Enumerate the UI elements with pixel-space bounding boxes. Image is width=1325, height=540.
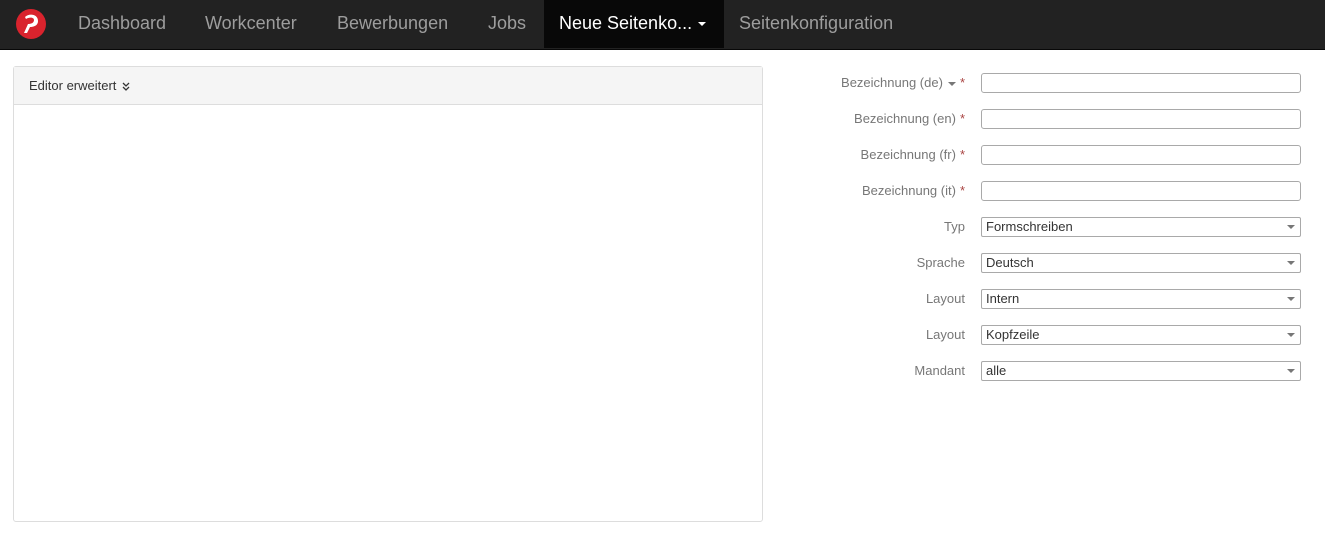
bezeichnung-it-input[interactable]: [981, 181, 1301, 201]
field-label-text: Bezeichnung (it): [861, 183, 956, 198]
form-row-bezeichnung-it: Bezeichnung (it) *: [780, 181, 1302, 203]
select-value: alle: [986, 363, 1007, 378]
form-row-bezeichnung-de: Bezeichnung (de) *: [780, 73, 1302, 95]
field-label-text: Bezeichnung (en): [854, 111, 956, 126]
form-row-bezeichnung-en: Bezeichnung (en) *: [780, 109, 1302, 131]
form-row-sprache: Sprache Deutsch: [780, 253, 1302, 275]
chevron-down-icon: [1287, 333, 1295, 337]
field-label: Bezeichnung (it) *: [862, 181, 965, 203]
editor-panel-toggle[interactable]: Editor erweitert: [14, 67, 762, 105]
nav-item-label: Jobs: [488, 13, 527, 33]
chevron-down-icon: [1287, 261, 1295, 265]
chevron-down-icon: [1287, 297, 1295, 301]
caret-down-icon[interactable]: [947, 81, 956, 86]
required-marker: *: [959, 75, 965, 90]
layout-header-select[interactable]: Kopfzeile: [981, 325, 1301, 345]
required-marker: *: [959, 147, 965, 162]
nav-item-label: Seitenkonfiguration: [739, 13, 894, 33]
sprache-select[interactable]: Deutsch: [981, 253, 1301, 273]
editor-area[interactable]: [14, 105, 762, 521]
caret-down-icon: [698, 22, 707, 27]
nav-item-workcenter[interactable]: Workcenter: [190, 0, 312, 48]
nav-item-label: Bewerbungen: [337, 13, 449, 33]
field-label-text: Bezeichnung (fr): [860, 147, 956, 162]
field-label: Layout: [925, 327, 965, 342]
nav-item-label: Dashboard: [78, 13, 167, 33]
form-row-layout-2: Layout Kopfzeile: [780, 325, 1302, 347]
form-row-typ: Typ Formschreiben: [780, 217, 1302, 239]
bezeichnung-en-input[interactable]: [981, 109, 1301, 129]
editor-panel-title: Editor erweitert: [29, 78, 117, 93]
select-value: Kopfzeile: [986, 327, 1040, 342]
editor-panel: Editor erweitert: [13, 66, 763, 522]
mandant-select[interactable]: alle: [981, 361, 1301, 381]
top-navbar: Dashboard Workcenter Bewerbungen Jobs Ne…: [0, 0, 1325, 50]
field-label: Bezeichnung (en) *: [854, 109, 965, 131]
select-value: Formschreiben: [986, 219, 1073, 234]
chevron-down-icon: [1287, 369, 1295, 373]
field-label: Mandant: [914, 363, 965, 378]
bezeichnung-fr-input[interactable]: [981, 145, 1301, 165]
brand-logo-icon[interactable]: [15, 8, 47, 40]
required-marker: *: [959, 111, 965, 126]
select-value: Intern: [986, 291, 1020, 306]
nav-item-seitenkonfiguration[interactable]: Seitenkonfiguration: [724, 0, 908, 48]
form-row-mandant: Mandant alle: [780, 361, 1302, 383]
required-marker: *: [959, 183, 965, 198]
field-label: Sprache: [916, 255, 965, 270]
nav-item-label: Neue Seitenko...: [559, 13, 693, 33]
nav-item-neue-seitenkonfiguration-dropdown[interactable]: Neue Seitenko...: [544, 0, 724, 48]
nav-item-bewerbungen[interactable]: Bewerbungen: [322, 0, 463, 48]
field-label: Layout: [925, 291, 965, 306]
form-row-bezeichnung-fr: Bezeichnung (fr) *: [780, 145, 1302, 167]
field-label-text: Bezeichnung (de): [841, 75, 943, 90]
field-label: Typ: [944, 219, 965, 234]
form-row-layout-1: Layout Intern: [780, 289, 1302, 311]
double-chevron-down-icon: [122, 82, 130, 91]
bezeichnung-de-input[interactable]: [981, 73, 1301, 93]
chevron-down-icon: [1287, 225, 1295, 229]
field-label: Bezeichnung (fr) *: [861, 145, 965, 167]
field-label: Bezeichnung (de) *: [841, 73, 965, 95]
nav-item-label: Workcenter: [205, 13, 297, 33]
typ-select[interactable]: Formschreiben: [981, 217, 1301, 237]
layout-select[interactable]: Intern: [981, 289, 1301, 309]
nav-item-dashboard[interactable]: Dashboard: [63, 0, 181, 48]
select-value: Deutsch: [986, 255, 1034, 270]
nav-item-jobs[interactable]: Jobs: [473, 0, 541, 48]
